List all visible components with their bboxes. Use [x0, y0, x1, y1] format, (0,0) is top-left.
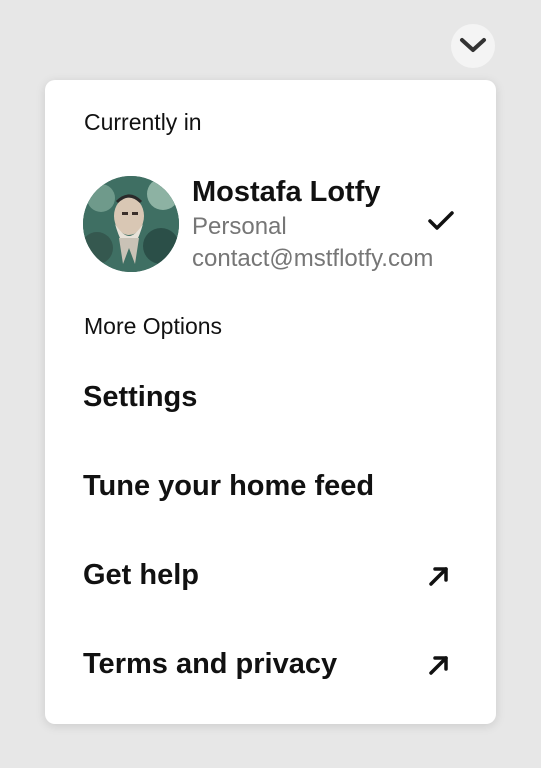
account-dropdown-menu: Currently in Mostafa Lotfy Personal cont…: [45, 80, 496, 724]
settings-label: Settings: [83, 381, 198, 413]
get-help-label: Get help: [83, 559, 200, 591]
external-link-arrow-icon: [429, 567, 448, 586]
account-name: Mostafa Lotfy: [192, 176, 381, 208]
currently-in-label: Currently in: [84, 109, 202, 135]
current-account-row[interactable]: Mostafa Lotfy Personal contact@mstflotfy…: [83, 176, 463, 276]
account-menu-toggle-button[interactable]: [451, 24, 495, 68]
terms-and-privacy-label: Terms and privacy: [83, 648, 338, 680]
chevron-down-icon: [460, 38, 486, 52]
more-options-label: More Options: [84, 313, 223, 339]
settings-menu-item[interactable]: Settings: [83, 374, 458, 424]
avatar: [83, 176, 179, 272]
tune-home-feed-menu-item[interactable]: Tune your home feed: [83, 463, 458, 513]
checkmark-icon: [428, 211, 454, 230]
terms-and-privacy-menu-item[interactable]: Terms and privacy: [83, 641, 458, 691]
external-link-arrow-icon: [429, 656, 448, 675]
account-type: Personal: [192, 213, 287, 240]
account-email: contact@mstflotfy.com: [192, 245, 434, 272]
tune-home-feed-label: Tune your home feed: [83, 470, 375, 502]
get-help-menu-item[interactable]: Get help: [83, 552, 458, 602]
